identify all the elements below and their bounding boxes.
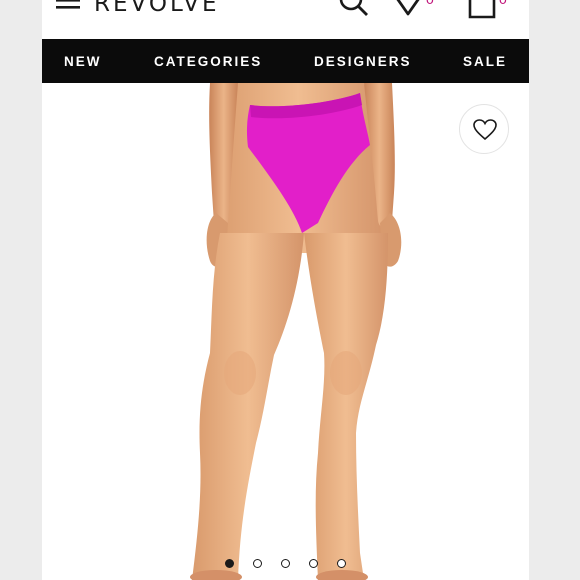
- carousel-dot-2[interactable]: [253, 559, 262, 568]
- wishlist-count: 0: [426, 0, 434, 7]
- favorite-button[interactable]: [459, 104, 509, 154]
- heart-icon: [396, 0, 420, 16]
- carousel-dot-5[interactable]: [337, 559, 346, 568]
- category-nav: NEW CATEGORIES DESIGNERS SALE: [42, 39, 529, 83]
- carousel-dot-1[interactable]: [225, 559, 234, 568]
- bag-icon: [468, 0, 496, 19]
- nav-item-categories[interactable]: CATEGORIES: [154, 39, 262, 83]
- product-image-carousel[interactable]: [42, 83, 529, 580]
- search-icon[interactable]: [338, 0, 372, 20]
- heart-outline-icon: [473, 119, 497, 141]
- wishlist-button[interactable]: 0: [392, 0, 442, 20]
- product-photo[interactable]: [42, 83, 529, 580]
- carousel-dot-3[interactable]: [281, 559, 290, 568]
- nav-item-designers[interactable]: DESIGNERS: [314, 39, 412, 83]
- nav-item-sale[interactable]: SALE: [463, 39, 507, 83]
- app-screen: REVOLVE 0 0 NEW CATEGORIES DESIGNERS SAL…: [42, 0, 529, 580]
- top-bar: REVOLVE 0 0: [42, 0, 529, 39]
- bag-count: 0: [499, 0, 507, 7]
- menu-icon[interactable]: [56, 0, 82, 16]
- shopping-bag-button[interactable]: 0: [466, 0, 516, 20]
- carousel-indicators: [42, 559, 529, 575]
- brand-logo[interactable]: REVOLVE: [94, 0, 220, 16]
- nav-item-new[interactable]: NEW: [64, 39, 102, 83]
- carousel-dot-4[interactable]: [309, 559, 318, 568]
